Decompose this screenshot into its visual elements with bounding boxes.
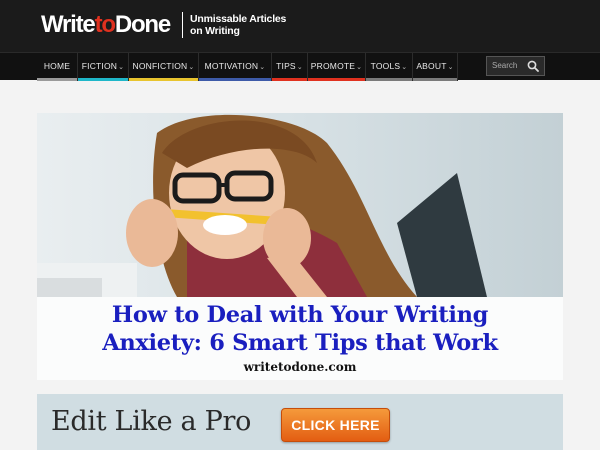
hero-title-line2: Anxiety: 6 Smart Tips that Work <box>102 330 498 356</box>
nav-accent-bar <box>272 78 307 81</box>
tagline-line1: Unmissable Articles <box>190 13 287 25</box>
ad-headline: Edit Like a Pro <box>51 406 252 437</box>
click-here-button[interactable]: CLICK HERE <box>281 408 390 442</box>
chevron-down-icon: ⌄ <box>447 64 454 71</box>
logo-to: to <box>94 11 116 38</box>
hero-title[interactable]: How to Deal with Your Writing Anxiety: 6… <box>37 301 563 357</box>
chevron-down-icon: ⌄ <box>296 64 303 71</box>
nav-accent-bar <box>78 78 128 81</box>
nav-item-nonfiction[interactable]: NONFICTION⌄ <box>129 53 199 81</box>
site-logo[interactable]: WritetoDone <box>41 11 171 39</box>
nav-item-tips[interactable]: TIPS⌄ <box>272 53 308 81</box>
nav-label: ABOUT <box>416 61 447 71</box>
hero-photo <box>37 113 563 297</box>
chevron-down-icon: ⌄ <box>188 64 195 71</box>
nav-label: PROMOTE <box>310 61 356 71</box>
site-tagline: Unmissable Articles on Writing <box>190 13 286 37</box>
nav-item-tools[interactable]: TOOLS⌄ <box>366 53 413 81</box>
nav-accent-bar <box>308 78 365 81</box>
search-placeholder: Search <box>492 61 518 70</box>
nav-accent-bar <box>199 78 271 81</box>
chevron-down-icon: ⌄ <box>118 64 125 71</box>
site-header: WritetoDone Unmissable Articles on Writi… <box>0 0 600 52</box>
search-icon[interactable] <box>527 60 539 72</box>
logo-write: Write <box>41 11 96 38</box>
chevron-down-icon: ⌄ <box>356 64 363 71</box>
ad-banner[interactable]: Edit Like a Pro CLICK HERE <box>37 394 563 450</box>
hero-domain: writetodone.com <box>243 360 357 374</box>
nav-label: TOOLS <box>370 61 401 71</box>
nav-item-promote[interactable]: PROMOTE⌄ <box>308 53 366 81</box>
nav-label: HOME <box>43 61 71 71</box>
tagline-line2: on Writing <box>190 25 240 37</box>
logo-divider <box>182 12 183 38</box>
chevron-down-icon: ⌄ <box>259 64 266 71</box>
nav-item-fiction[interactable]: FICTION⌄ <box>78 53 129 81</box>
featured-article-banner[interactable]: How to Deal with Your Writing Anxiety: 6… <box>37 113 563 380</box>
nav-accent-bar <box>413 78 457 81</box>
nav-item-home[interactable]: HOME <box>37 53 78 81</box>
hero-title-line1: How to Deal with Your Writing <box>111 302 489 328</box>
nav-accent-bar <box>37 78 77 81</box>
nav-label: NONFICTION <box>132 61 188 71</box>
chevron-down-icon: ⌄ <box>401 64 408 71</box>
nav-label: MOTIVATION <box>204 61 259 71</box>
nav-accent-bar <box>366 78 412 81</box>
nav-accent-bar <box>129 78 198 81</box>
search-input[interactable]: Search <box>486 56 545 76</box>
nav-label: TIPS <box>276 61 296 71</box>
nav-item-motivation[interactable]: MOTIVATION⌄ <box>199 53 272 81</box>
nav-label: FICTION <box>81 61 118 71</box>
logo-done: Done <box>114 11 171 38</box>
nav-item-about[interactable]: ABOUT⌄ <box>413 53 458 81</box>
